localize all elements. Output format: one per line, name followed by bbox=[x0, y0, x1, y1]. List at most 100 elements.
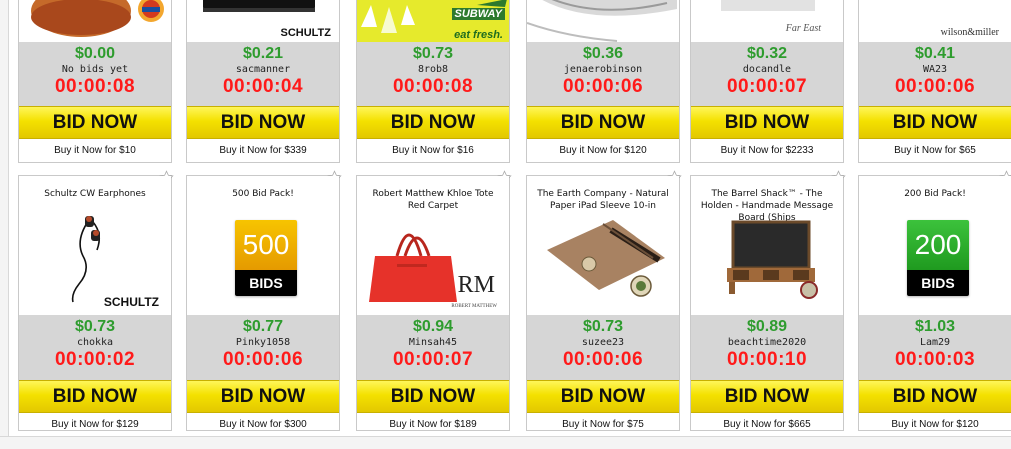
last-bidder: sacmanner bbox=[235, 64, 291, 75]
countdown-timer: 00:00:10 bbox=[726, 349, 808, 370]
auction-card[interactable]: 500 Bid Pack! 500 BIDS $0.77 Pinky1058 0… bbox=[186, 170, 342, 431]
auction-card[interactable]: Far East $0.32 docandle 00:00:07 BID NOW… bbox=[690, 0, 844, 163]
bid-now-button[interactable]: BID NOW bbox=[357, 380, 509, 413]
countdown-timer: 00:00:04 bbox=[222, 76, 304, 97]
auction-info: $0.00 No bids yet 00:00:08 bbox=[19, 42, 171, 106]
auction-card[interactable]: SUBWAY eat fresh. $0.73 8rob8 00:00:08 B… bbox=[356, 0, 510, 163]
buy-it-now-link[interactable]: Buy it Now for $120 bbox=[859, 413, 1011, 436]
subway-logo: SUBWAY bbox=[451, 8, 505, 20]
countdown-timer: 00:00:07 bbox=[726, 76, 808, 97]
subway-card-image[interactable]: SUBWAY eat fresh. bbox=[357, 0, 509, 42]
page-left-frame bbox=[0, 0, 9, 448]
bid-pack-badge: 200 BIDS bbox=[907, 220, 969, 296]
auction-info: $0.36 jenaerobinson 00:00:06 bbox=[527, 42, 679, 106]
brand-logo: RM bbox=[457, 272, 495, 298]
buy-it-now-link[interactable]: Buy it Now for $16 bbox=[357, 139, 509, 162]
current-price: $0.73 bbox=[412, 45, 454, 62]
auction-info: $0.21 sacmanner 00:00:04 bbox=[187, 42, 339, 106]
bid-now-button[interactable]: BID NOW bbox=[357, 106, 509, 139]
buy-it-now-link[interactable]: Buy it Now for $2233 bbox=[691, 139, 843, 162]
schultz-product-image[interactable]: SCHULTZ bbox=[187, 0, 339, 42]
current-price: $0.21 bbox=[242, 45, 284, 62]
current-price: $0.73 bbox=[74, 318, 116, 335]
current-price: $0.36 bbox=[582, 45, 624, 62]
last-bidder: WA23 bbox=[922, 64, 948, 75]
current-price: $0.32 bbox=[746, 45, 788, 62]
auction-card[interactable]: SCHULTZ $0.21 sacmanner 00:00:04 BID NOW… bbox=[186, 0, 340, 163]
countdown-timer: 00:00:06 bbox=[562, 349, 644, 370]
auction-card[interactable]: $0.00 No bids yet 00:00:08 BID NOW Buy i… bbox=[18, 0, 172, 163]
bid-now-button[interactable]: BID NOW bbox=[691, 106, 843, 139]
auction-info: $0.73 chokka 00:00:02 bbox=[19, 315, 171, 380]
current-price: $0.89 bbox=[746, 318, 788, 335]
auction-info: $0.73 8rob8 00:00:08 bbox=[357, 42, 509, 106]
last-bidder: jenaerobinson bbox=[563, 64, 643, 75]
countdown-timer: 00:00:06 bbox=[894, 76, 976, 97]
auction-card[interactable]: Robert Matthew Khloe Tote Red Carpet RM … bbox=[356, 170, 512, 431]
bid-now-button[interactable]: BID NOW bbox=[19, 106, 171, 139]
auction-card[interactable]: The Barrel Shack™ - The Holden - Handmad… bbox=[690, 170, 846, 431]
countdown-timer: 00:00:03 bbox=[894, 349, 976, 370]
brand-logo: SCHULTZ bbox=[103, 295, 159, 309]
bid-now-button[interactable]: BID NOW bbox=[859, 106, 1011, 139]
bid-pack-count: 200 bbox=[907, 220, 969, 270]
bid-pack-200-image[interactable]: 200 Bid Pack! 200 BIDS bbox=[859, 176, 1011, 315]
bid-pack-500-image[interactable]: 500 Bid Pack! 500 BIDS bbox=[187, 176, 339, 315]
buy-it-now-link[interactable]: Buy it Now for $300 bbox=[187, 413, 339, 436]
auction-card[interactable]: The Earth Company - Natural Paper iPad S… bbox=[526, 170, 682, 431]
bid-pack-label: BIDS bbox=[907, 270, 969, 296]
buy-it-now-link[interactable]: Buy it Now for $75 bbox=[527, 413, 679, 436]
bid-now-button[interactable]: BID NOW bbox=[691, 380, 843, 413]
auction-card[interactable]: Schultz CW Earphones SCHULTZ $0.73 chokk… bbox=[18, 170, 174, 431]
bid-now-button[interactable]: BID NOW bbox=[527, 106, 679, 139]
bid-now-button[interactable]: BID NOW bbox=[527, 380, 679, 413]
last-bidder: Pinky1058 bbox=[235, 337, 291, 348]
red-tote-bag-image[interactable]: Robert Matthew Khloe Tote Red Carpet RM … bbox=[357, 176, 509, 315]
auction-card[interactable]: 200 Bid Pack! 200 BIDS $1.03 Lam29 00:00… bbox=[858, 170, 1011, 431]
countdown-timer: 00:00:08 bbox=[54, 76, 136, 97]
bid-now-button[interactable]: BID NOW bbox=[187, 380, 339, 413]
buy-it-now-link[interactable]: Buy it Now for $65 bbox=[859, 139, 1011, 162]
pillow-image[interactable] bbox=[527, 0, 679, 42]
current-price: $0.41 bbox=[914, 45, 956, 62]
countdown-timer: 00:00:06 bbox=[562, 76, 644, 97]
last-bidder: suzee23 bbox=[581, 337, 625, 348]
buy-it-now-link[interactable]: Buy it Now for $665 bbox=[691, 413, 843, 436]
item-title[interactable]: 200 Bid Pack! bbox=[859, 176, 1011, 222]
last-bidder: Lam29 bbox=[919, 337, 951, 348]
countdown-timer: 00:00:07 bbox=[392, 349, 474, 370]
auction-card[interactable]: wilson&miller $0.41 WA23 00:00:06 BID NO… bbox=[858, 0, 1011, 163]
auction-info: $1.03 Lam29 00:00:03 bbox=[859, 315, 1011, 380]
burger-image[interactable] bbox=[19, 0, 171, 42]
current-price: $0.00 bbox=[74, 45, 116, 62]
wilson-miller-image[interactable]: wilson&miller bbox=[859, 0, 1011, 42]
auction-info: $0.32 docandle 00:00:07 bbox=[691, 42, 843, 106]
last-bidder: No bids yet bbox=[61, 64, 129, 75]
buy-it-now-link[interactable]: Buy it Now for $120 bbox=[527, 139, 679, 162]
brand-subtitle: ROBERT MATTHEW bbox=[451, 304, 497, 309]
buy-it-now-link[interactable]: Buy it Now for $189 bbox=[357, 413, 509, 436]
auction-card[interactable]: $0.36 jenaerobinson 00:00:06 BID NOW Buy… bbox=[526, 0, 680, 163]
buy-it-now-link[interactable]: Buy it Now for $10 bbox=[19, 139, 171, 162]
bid-now-button[interactable]: BID NOW bbox=[187, 106, 339, 139]
current-price: $0.94 bbox=[412, 318, 454, 335]
earphones-image[interactable]: Schultz CW Earphones SCHULTZ bbox=[19, 176, 171, 315]
bid-pack-count: 500 bbox=[235, 220, 297, 270]
bid-now-button[interactable]: BID NOW bbox=[19, 380, 171, 413]
auction-info: $0.77 Pinky1058 00:00:06 bbox=[187, 315, 339, 380]
current-price: $0.77 bbox=[242, 318, 284, 335]
subway-tagline: eat fresh. bbox=[454, 29, 503, 41]
message-board-image[interactable]: The Barrel Shack™ - The Holden - Handmad… bbox=[691, 176, 843, 315]
bid-now-button[interactable]: BID NOW bbox=[859, 380, 1011, 413]
auction-info: $0.89 beachtime2020 00:00:10 bbox=[691, 315, 843, 380]
countdown-timer: 00:00:08 bbox=[392, 76, 474, 97]
auction-info: $0.41 WA23 00:00:06 bbox=[859, 42, 1011, 106]
ipad-sleeve-image[interactable]: The Earth Company - Natural Paper iPad S… bbox=[527, 176, 679, 315]
buy-it-now-link[interactable]: Buy it Now for $339 bbox=[187, 139, 339, 162]
buy-it-now-link[interactable]: Buy it Now for $129 bbox=[19, 413, 171, 436]
far-east-image[interactable]: Far East bbox=[691, 0, 843, 42]
auction-info: $0.73 suzee23 00:00:06 bbox=[527, 315, 679, 380]
bid-pack-badge: 500 BIDS bbox=[235, 220, 297, 296]
last-bidder: chokka bbox=[76, 337, 114, 348]
item-title[interactable]: 500 Bid Pack! bbox=[187, 176, 339, 222]
